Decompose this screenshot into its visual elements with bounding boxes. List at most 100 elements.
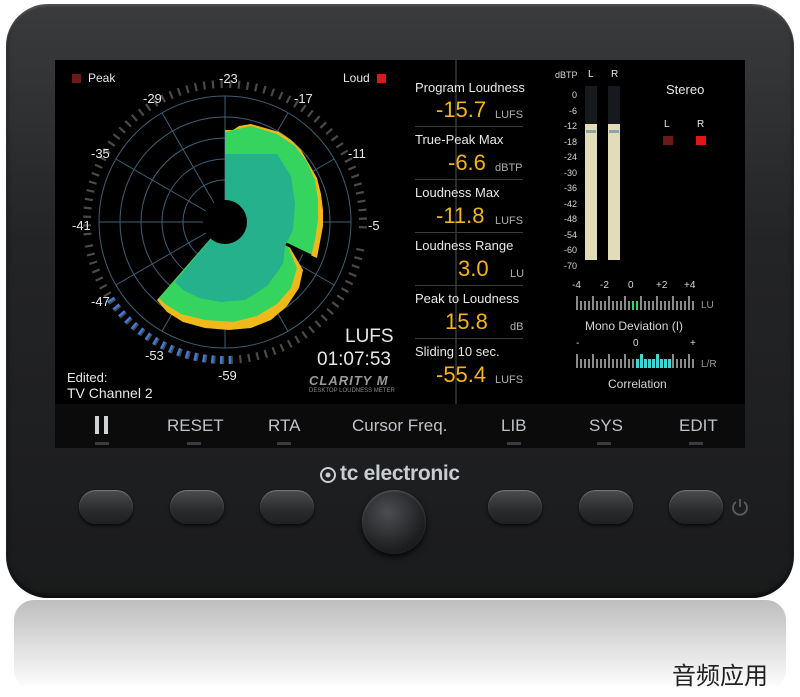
product-logo: CLARITY M xyxy=(309,373,389,388)
meter-bar-right xyxy=(608,86,620,260)
meter-peak-hold-right xyxy=(609,130,619,133)
ring-segment xyxy=(308,325,315,334)
ring-segment xyxy=(88,180,97,185)
scale-label: -53 xyxy=(145,348,164,363)
correlation-tick xyxy=(612,359,614,368)
pause-icon[interactable] xyxy=(95,416,109,434)
hardware-button-3[interactable] xyxy=(260,490,314,524)
ring-segment xyxy=(254,83,259,92)
hardware-button-5[interactable] xyxy=(579,490,633,524)
ring-segment xyxy=(193,82,198,92)
correlation-tick xyxy=(608,354,610,368)
mono-tick xyxy=(576,296,578,310)
reading-unit: LU xyxy=(510,268,525,280)
scale-label: -41 xyxy=(72,218,91,233)
rotary-knob[interactable] xyxy=(362,490,426,554)
ring-segment xyxy=(99,283,108,290)
mono-scale-label: 0 xyxy=(628,280,634,291)
ring-segment xyxy=(351,264,360,269)
ring-segment xyxy=(331,301,340,308)
ring-segment xyxy=(344,279,354,286)
ring-segment xyxy=(255,351,260,361)
reading-label: Sliding 10 sec. xyxy=(415,344,500,359)
ring-segment xyxy=(355,190,365,195)
meter-scale-label: -48 xyxy=(563,214,577,224)
ring-segment xyxy=(91,268,101,274)
ring-segment xyxy=(95,276,104,282)
meter-unit: dBTP xyxy=(555,70,578,80)
softkey-edit[interactable]: EDIT xyxy=(679,416,718,436)
mono-tick xyxy=(692,301,694,310)
tc-logo-icon xyxy=(320,467,336,483)
reading-separator xyxy=(415,126,523,127)
softkey-cursor-freq[interactable]: Cursor Freq. xyxy=(352,416,447,436)
indicator-label: L xyxy=(664,119,670,130)
ring-segment xyxy=(335,142,344,149)
indicator-label: R xyxy=(697,119,705,130)
correlation-tick xyxy=(624,354,626,368)
mono-tick xyxy=(636,301,638,310)
ring-segment xyxy=(314,320,322,328)
ring-segment-blue xyxy=(193,352,198,361)
softkey-reset[interactable]: RESET xyxy=(167,416,224,436)
softkey-lib[interactable]: LIB xyxy=(501,416,527,436)
hardware-button-4[interactable] xyxy=(488,490,542,524)
hardware-button-6[interactable] xyxy=(669,490,723,524)
correlation-label: Correlation xyxy=(608,377,667,391)
radar-unit: LUFS xyxy=(345,326,394,347)
ring-segment xyxy=(168,90,174,100)
meter-scale-label: 0 xyxy=(571,90,577,100)
ring-segment xyxy=(185,85,190,94)
loud-indicator xyxy=(377,74,386,83)
mono-tick xyxy=(592,296,594,310)
softkey-sys[interactable]: SYS xyxy=(589,416,623,436)
reading-unit: dBTP xyxy=(495,162,523,174)
correlation-tick xyxy=(632,359,634,368)
mono-tick xyxy=(612,301,614,310)
ring-segment xyxy=(300,104,307,113)
reading-unit: dB xyxy=(510,321,524,333)
mono-tick xyxy=(652,301,654,310)
reading-value: -11.8 xyxy=(436,203,485,228)
meter-mode: Stereo xyxy=(666,82,705,97)
ring-segment xyxy=(176,87,182,96)
softkey-indicator xyxy=(507,442,521,445)
reading-value: -55.4 xyxy=(436,362,487,387)
ring-segment xyxy=(320,314,328,322)
ring-segment xyxy=(353,182,362,187)
correlation-tick xyxy=(600,359,602,368)
brand-name: tc electronic xyxy=(340,462,460,485)
ring-segment xyxy=(83,232,92,236)
power-icon[interactable] xyxy=(730,497,750,517)
correlation-tick xyxy=(664,359,667,368)
ring-segment xyxy=(313,115,321,123)
edited-value: TV Channel 2 xyxy=(67,385,153,401)
reading-separator xyxy=(415,179,523,180)
mono-scale-label: +4 xyxy=(684,280,696,291)
reading-label: Program Loudness xyxy=(415,80,525,95)
mono-scale-label: -4 xyxy=(572,280,581,291)
scale-label: -29 xyxy=(143,91,162,106)
ring-segment xyxy=(245,81,250,90)
correlation-tick xyxy=(668,359,671,368)
meter-scale-label: -6 xyxy=(568,105,577,116)
correlation-tick xyxy=(676,359,678,368)
mono-tick xyxy=(680,301,682,310)
hardware-button-1[interactable] xyxy=(79,490,133,524)
ring-segment xyxy=(83,206,92,210)
softkey-rta[interactable]: RTA xyxy=(268,416,300,436)
reading-unit: LUFS xyxy=(495,374,524,386)
reading-separator xyxy=(415,338,523,339)
mono-tick xyxy=(632,301,634,310)
ring-segment xyxy=(160,94,166,103)
correlation-tick xyxy=(652,359,655,368)
reading-label: Loudness Max xyxy=(415,185,500,200)
correlation-tick xyxy=(644,359,647,368)
ring-segment xyxy=(301,330,308,339)
ring-segment xyxy=(91,171,100,177)
ring-segment xyxy=(271,346,277,356)
ring-segment xyxy=(247,353,251,363)
hardware-button-2[interactable] xyxy=(170,490,224,524)
ring-segment xyxy=(118,126,126,134)
ring-segment-blue xyxy=(210,355,215,364)
